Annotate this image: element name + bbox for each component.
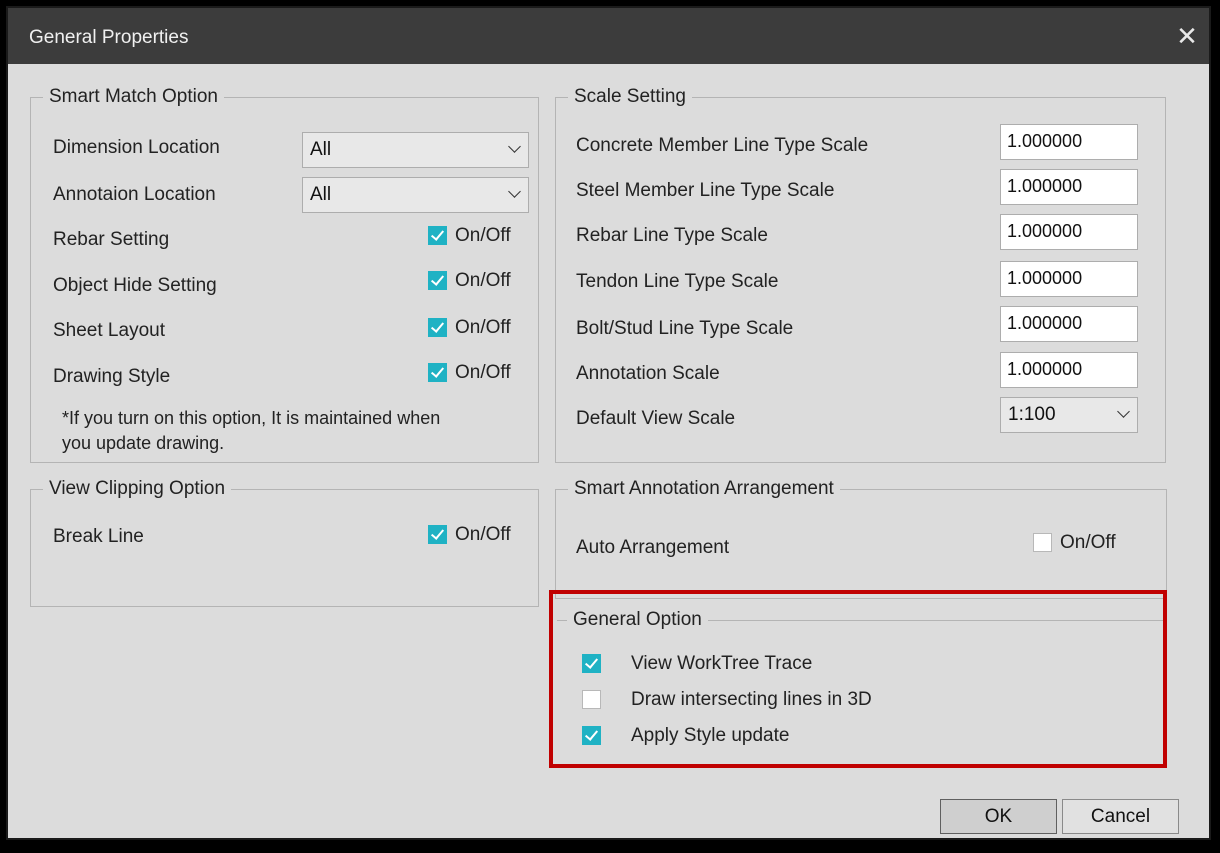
object-hide-setting-label: Object Hide Setting [53,275,217,296]
scale-setting-group: Scale Setting Concrete Member Line Type … [555,86,1166,463]
close-icon[interactable]: ✕ [1173,22,1201,50]
bolt-stud-line-scale-label: Bolt/Stud Line Type Scale [576,318,794,339]
annotation-location-select[interactable]: All [302,177,529,213]
object-hide-setting-onoff-label: On/Off [455,270,511,291]
ok-button[interactable]: OK [940,799,1057,834]
annotation-location-label: Annotaion Location [53,184,216,205]
dimension-location-label: Dimension Location [53,137,220,158]
rebar-line-scale-label: Rebar Line Type Scale [576,225,768,246]
steel-member-scale-label: Steel Member Line Type Scale [576,180,835,201]
draw-intersecting-lines-label: Draw intersecting lines in 3D [631,689,872,710]
sheet-layout-label: Sheet Layout [53,320,165,341]
default-view-scale-label: Default View Scale [576,408,736,429]
maintain-note-line2: you update drawing. [62,433,225,453]
rebar-line-scale-input[interactable]: 1.000000 [1000,214,1138,250]
cancel-button[interactable]: Cancel [1062,799,1179,834]
view-worktree-trace-label: View WorkTree Trace [631,653,813,674]
title-bar: General Properties ✕ [8,8,1209,64]
drawing-style-label: Drawing Style [53,366,171,387]
general-option-legend: General Option [567,609,708,631]
sheet-layout-onoff-label: On/Off [455,317,511,338]
dialog-body: Smart Match Option Dimension Location Al… [8,64,1209,838]
annotation-scale-input[interactable]: 1.000000 [1000,352,1138,388]
auto-arrangement-onoff-label: On/Off [1060,532,1116,553]
rebar-setting-onoff-label: On/Off [455,225,511,246]
smart-annotation-legend: Smart Annotation Arrangement [568,478,840,500]
chevron-down-icon [1117,405,1130,418]
apply-style-update-checkbox[interactable] [582,726,601,745]
annotation-scale-label: Annotation Scale [576,363,720,384]
break-line-label: Break Line [53,526,144,547]
tendon-line-scale-label: Tendon Line Type Scale [576,271,779,292]
annotation-location-value: All [310,184,332,205]
default-view-scale-select[interactable]: 1:100 [1000,397,1138,433]
view-clipping-legend: View Clipping Option [43,478,232,500]
view-worktree-trace-checkbox[interactable] [582,654,601,673]
view-clipping-group: View Clipping Option Break Line On/Off [30,478,539,607]
sheet-layout-checkbox[interactable] [428,318,447,337]
draw-intersecting-lines-checkbox[interactable] [582,690,601,709]
rebar-setting-label: Rebar Setting [53,229,170,250]
chevron-down-icon [508,185,521,198]
smart-match-group: Smart Match Option Dimension Location Al… [30,86,539,463]
concrete-member-scale-label: Concrete Member Line Type Scale [576,135,869,156]
dimension-location-select[interactable]: All [302,132,529,168]
steel-member-scale-input[interactable]: 1.000000 [1000,169,1138,205]
break-line-onoff-label: On/Off [455,524,511,545]
smart-match-legend: Smart Match Option [43,86,224,108]
dialog-title: General Properties [29,27,189,48]
auto-arrangement-label: Auto Arrangement [576,537,730,558]
object-hide-setting-checkbox[interactable] [428,271,447,290]
auto-arrangement-checkbox[interactable] [1033,533,1052,552]
general-properties-dialog: General Properties ✕ Smart Match Option … [6,6,1211,840]
default-view-scale-value: 1:100 [1008,404,1056,425]
concrete-member-scale-input[interactable]: 1.000000 [1000,124,1138,160]
chevron-down-icon [508,140,521,153]
rebar-setting-checkbox[interactable] [428,226,447,245]
smart-annotation-group: Smart Annotation Arrangement Auto Arrang… [555,478,1167,599]
tendon-line-scale-input[interactable]: 1.000000 [1000,261,1138,297]
drawing-style-checkbox[interactable] [428,363,447,382]
dimension-location-value: All [310,139,332,160]
apply-style-update-label: Apply Style update [631,725,790,746]
maintain-note: *If you turn on this option, It is maint… [62,406,440,456]
bolt-stud-line-scale-input[interactable]: 1.000000 [1000,306,1138,342]
drawing-style-onoff-label: On/Off [455,362,511,383]
general-option-group: General Option [557,609,1163,631]
break-line-checkbox[interactable] [428,525,447,544]
scale-setting-legend: Scale Setting [568,86,692,108]
maintain-note-line1: *If you turn on this option, It is maint… [62,408,441,428]
general-option-highlight: General Option View WorkTree Trace Draw … [549,590,1167,768]
